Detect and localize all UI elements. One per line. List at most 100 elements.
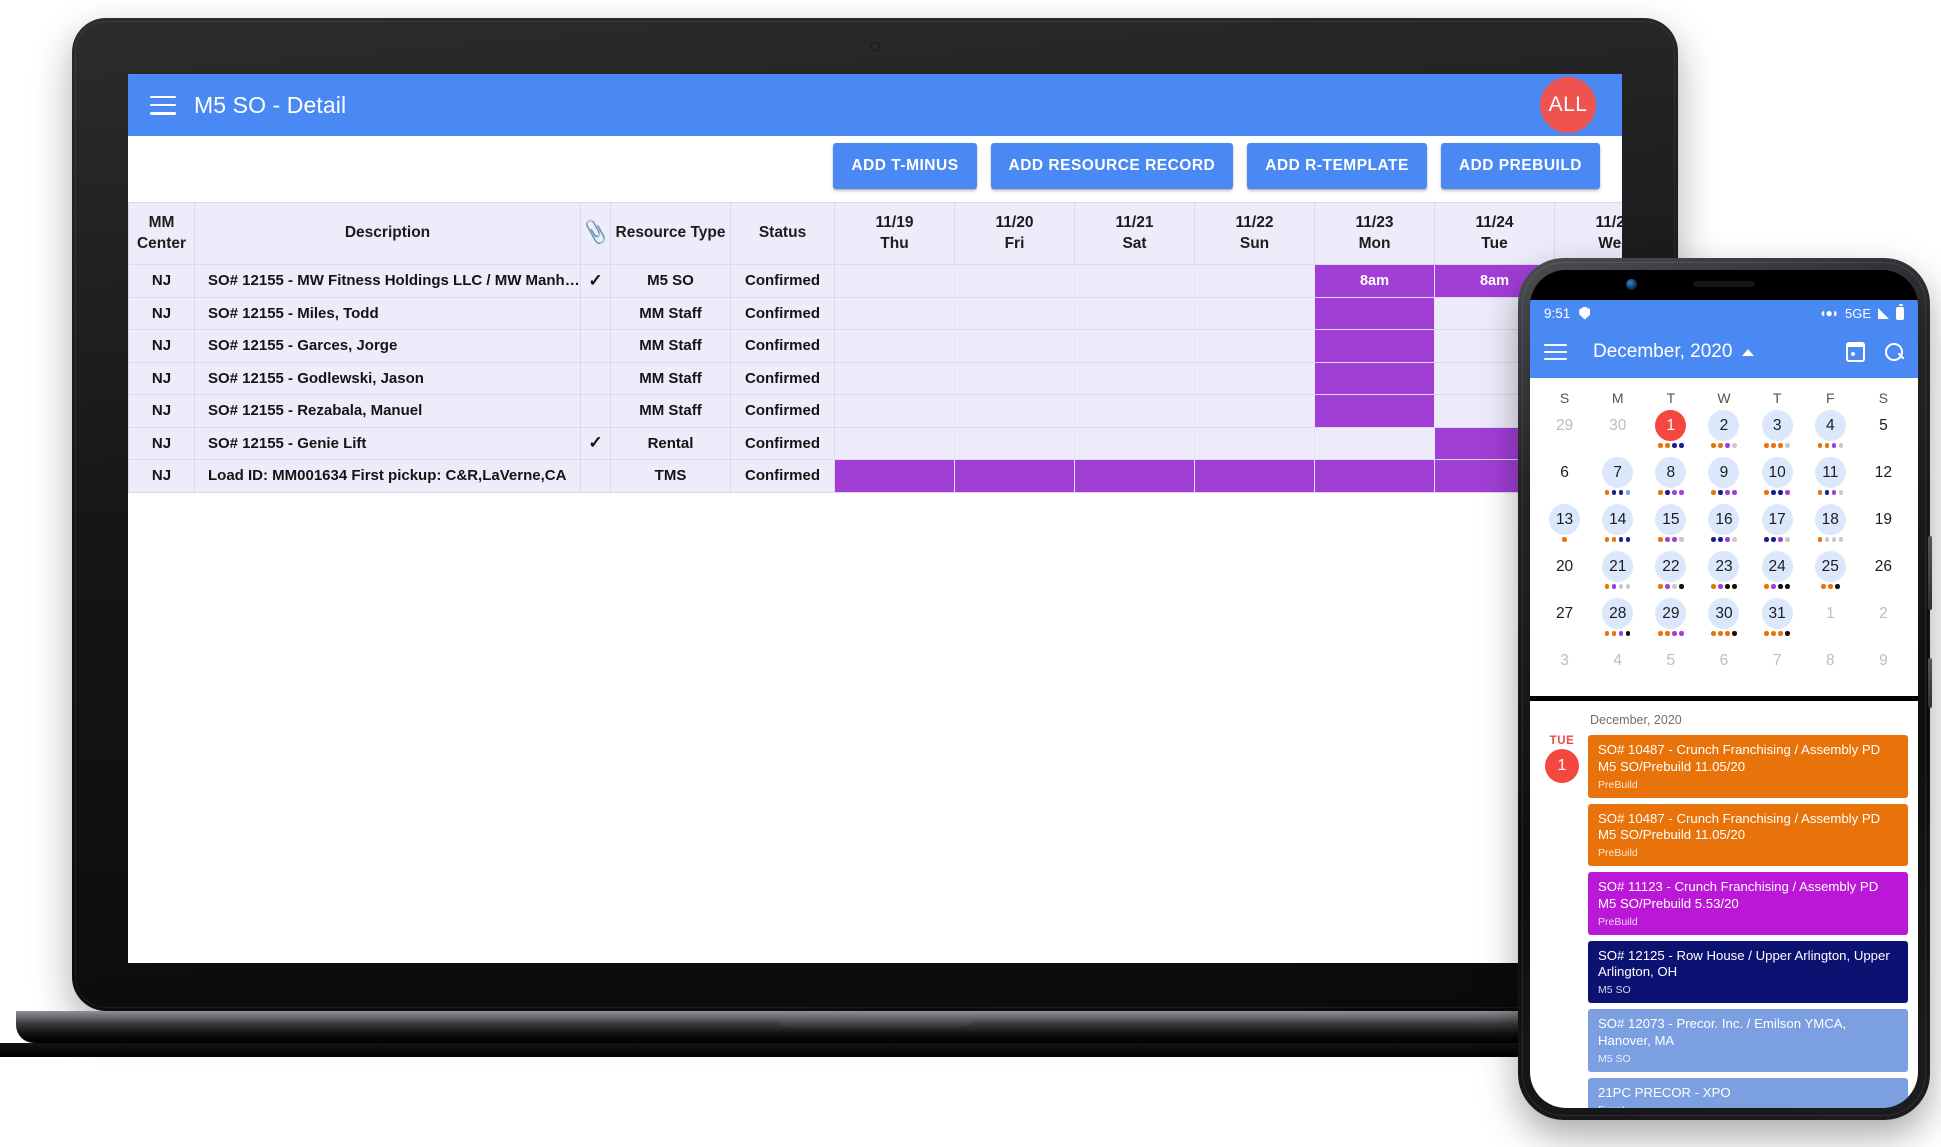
calendar-day-cell[interactable]: 18 bbox=[1804, 504, 1857, 551]
filter-all-badge[interactable]: ALL bbox=[1540, 77, 1596, 133]
table-row[interactable]: NJ Load ID: MM001634 First pickup: C&R,La… bbox=[128, 459, 1622, 493]
calendar-icon[interactable] bbox=[1845, 342, 1866, 362]
cell-description[interactable]: SO# 12155 - Garces, Jorge bbox=[194, 329, 581, 363]
cell-description[interactable]: Load ID: MM001634 First pickup: C&R,LaVe… bbox=[194, 459, 581, 493]
calendar-day-cell[interactable]: 28 bbox=[1591, 598, 1644, 645]
calendar-day-cell[interactable]: 31 bbox=[1751, 598, 1804, 645]
col-attachment[interactable]: 📎 bbox=[580, 202, 611, 265]
calendar-day-cell[interactable]: 29 bbox=[1644, 598, 1697, 645]
schedule-cell-empty[interactable] bbox=[1194, 296, 1315, 330]
col-resource-type[interactable]: Resource Type bbox=[610, 202, 731, 265]
agenda-event-card[interactable]: SO# 10487 - Crunch Franchising / Assembl… bbox=[1588, 735, 1908, 798]
cell-attachment[interactable] bbox=[580, 459, 611, 493]
calendar-day-cell[interactable]: 17 bbox=[1751, 504, 1804, 551]
calendar-day-cell[interactable]: 2 bbox=[1857, 598, 1910, 645]
cell-description[interactable]: SO# 12155 - Genie Lift bbox=[194, 426, 581, 460]
calendar-day-cell[interactable]: 9 bbox=[1697, 457, 1750, 504]
schedule-cell-empty[interactable] bbox=[1194, 264, 1315, 298]
calendar-day-cell[interactable]: 3 bbox=[1751, 410, 1804, 457]
cell-attachment[interactable] bbox=[580, 329, 611, 363]
table-row[interactable]: NJ SO# 12155 - Miles, Todd MM Staff Confirm… bbox=[128, 296, 1622, 330]
calendar-day-cell[interactable]: 8 bbox=[1644, 457, 1697, 504]
col-description[interactable]: Description bbox=[194, 202, 581, 265]
agenda-event-card[interactable]: 21PC PRECOR - XPO Event bbox=[1588, 1077, 1908, 1108]
schedule-cell-empty[interactable] bbox=[1314, 426, 1435, 460]
add-resource-record-button[interactable]: ADD RESOURCE RECORD bbox=[990, 143, 1234, 189]
calendar-day-cell[interactable]: 20 bbox=[1538, 551, 1591, 598]
calendar-day-cell[interactable]: 1 bbox=[1804, 598, 1857, 645]
calendar-day-cell[interactable]: 13 bbox=[1538, 504, 1591, 551]
hamburger-icon[interactable] bbox=[150, 95, 176, 115]
schedule-cell-empty[interactable] bbox=[1194, 329, 1315, 363]
calendar-day-cell[interactable]: 22 bbox=[1644, 551, 1697, 598]
schedule-cell-empty[interactable] bbox=[1074, 426, 1195, 460]
schedule-cell-empty[interactable] bbox=[1074, 394, 1195, 428]
table-row[interactable]: NJ SO# 12155 - Garces, Jorge MM Staff Confi… bbox=[128, 329, 1622, 363]
calendar-day-cell[interactable]: 27 bbox=[1538, 598, 1591, 645]
calendar-day-cell[interactable]: 7 bbox=[1591, 457, 1644, 504]
gantt-bar-cell[interactable] bbox=[1314, 296, 1435, 330]
schedule-cell-empty[interactable] bbox=[1074, 264, 1195, 298]
calendar-day-cell[interactable]: 30 bbox=[1697, 598, 1750, 645]
calendar-day-cell[interactable]: 19 bbox=[1857, 504, 1910, 551]
col-date-4[interactable]: 11/23 Mon bbox=[1314, 202, 1435, 265]
add-r-template-button[interactable]: ADD R-TEMPLATE bbox=[1247, 143, 1427, 189]
schedule-cell-empty[interactable] bbox=[834, 329, 955, 363]
calendar-day-cell[interactable]: 3 bbox=[1538, 645, 1591, 692]
gantt-bar-cell[interactable] bbox=[1314, 329, 1435, 363]
cell-attachment[interactable] bbox=[580, 361, 611, 395]
cell-attachment[interactable]: ✓ bbox=[580, 426, 611, 460]
calendar-day-cell[interactable]: 6 bbox=[1697, 645, 1750, 692]
agenda-event-card[interactable]: SO# 12125 - Row House / Upper Arlington,… bbox=[1588, 940, 1908, 1004]
gantt-bar-cell[interactable] bbox=[1314, 394, 1435, 428]
calendar-day-cell[interactable]: 1 bbox=[1644, 410, 1697, 457]
schedule-cell-empty[interactable] bbox=[1194, 361, 1315, 395]
calendar-day-cell[interactable]: 8 bbox=[1804, 645, 1857, 692]
col-date-6[interactable]: 11/25 Wed bbox=[1554, 202, 1622, 265]
gantt-bar-cell[interactable] bbox=[834, 459, 955, 493]
table-row[interactable]: NJ SO# 12155 - Godlewski, Jason MM Staff Co… bbox=[128, 361, 1622, 395]
calendar-day-cell[interactable]: 11 bbox=[1804, 457, 1857, 504]
cell-attachment[interactable] bbox=[580, 394, 611, 428]
add-t-minus-button[interactable]: ADD T-MINUS bbox=[833, 143, 977, 189]
calendar-day-cell[interactable]: 2 bbox=[1697, 410, 1750, 457]
schedule-cell-empty[interactable] bbox=[834, 296, 955, 330]
schedule-cell-empty[interactable] bbox=[954, 361, 1075, 395]
calendar-day-cell[interactable]: 30 bbox=[1591, 410, 1644, 457]
phone-power-button[interactable] bbox=[1928, 658, 1932, 708]
col-mm-center[interactable]: MM Center bbox=[128, 202, 195, 265]
agenda-event-row[interactable]: TUE 1 SO# 10487 - Crunch Franchising / Ass… bbox=[1530, 735, 1918, 804]
col-date-0[interactable]: 11/19 Thu bbox=[834, 202, 955, 265]
col-date-2[interactable]: 11/21 Sat bbox=[1074, 202, 1195, 265]
calendar-day-cell[interactable]: 12 bbox=[1857, 457, 1910, 504]
agenda-event-card[interactable]: SO# 12073 - Precor. Inc. / Emilson YMCA,… bbox=[1588, 1009, 1908, 1072]
schedule-cell-empty[interactable] bbox=[1074, 296, 1195, 330]
calendar-day-cell[interactable]: 26 bbox=[1857, 551, 1910, 598]
calendar-day-cell[interactable]: 14 bbox=[1591, 504, 1644, 551]
schedule-cell-empty[interactable] bbox=[834, 394, 955, 428]
cell-description[interactable]: SO# 12155 - Miles, Todd bbox=[194, 296, 581, 330]
gantt-bar-cell[interactable]: 8am bbox=[1314, 264, 1435, 298]
cell-attachment[interactable]: ✓ bbox=[580, 264, 611, 298]
calendar-day-cell[interactable]: 6 bbox=[1538, 457, 1591, 504]
table-row[interactable]: NJ SO# 12155 - MW Fitness Holdings LLC / … bbox=[128, 264, 1622, 298]
calendar-day-cell[interactable]: 29 bbox=[1538, 410, 1591, 457]
schedule-cell-empty[interactable] bbox=[1074, 329, 1195, 363]
search-icon[interactable] bbox=[1885, 342, 1904, 362]
gantt-bar-cell[interactable] bbox=[1314, 459, 1435, 493]
schedule-cell-empty[interactable] bbox=[834, 264, 955, 298]
gantt-bar-cell[interactable] bbox=[1314, 361, 1435, 395]
schedule-cell-empty[interactable] bbox=[1194, 394, 1315, 428]
calendar-day-cell[interactable]: 10 bbox=[1751, 457, 1804, 504]
col-status[interactable]: Status bbox=[730, 202, 835, 265]
schedule-cell-empty[interactable] bbox=[834, 426, 955, 460]
phone-volume-button[interactable] bbox=[1928, 536, 1932, 610]
gantt-bar-cell[interactable] bbox=[1194, 459, 1315, 493]
schedule-cell-empty[interactable] bbox=[1074, 361, 1195, 395]
calendar-day-cell[interactable]: 9 bbox=[1857, 645, 1910, 692]
calendar-day-cell[interactable]: 21 bbox=[1591, 551, 1644, 598]
agenda-event-card[interactable]: SO# 10487 - Crunch Franchising / Assembl… bbox=[1588, 803, 1908, 867]
schedule-cell-empty[interactable] bbox=[954, 426, 1075, 460]
agenda-event-row[interactable]: SO# 10487 - Crunch Franchising / Assembl… bbox=[1530, 803, 1918, 873]
agenda-event-card[interactable]: SO# 11123 - Crunch Franchising / Assembl… bbox=[1588, 872, 1908, 935]
